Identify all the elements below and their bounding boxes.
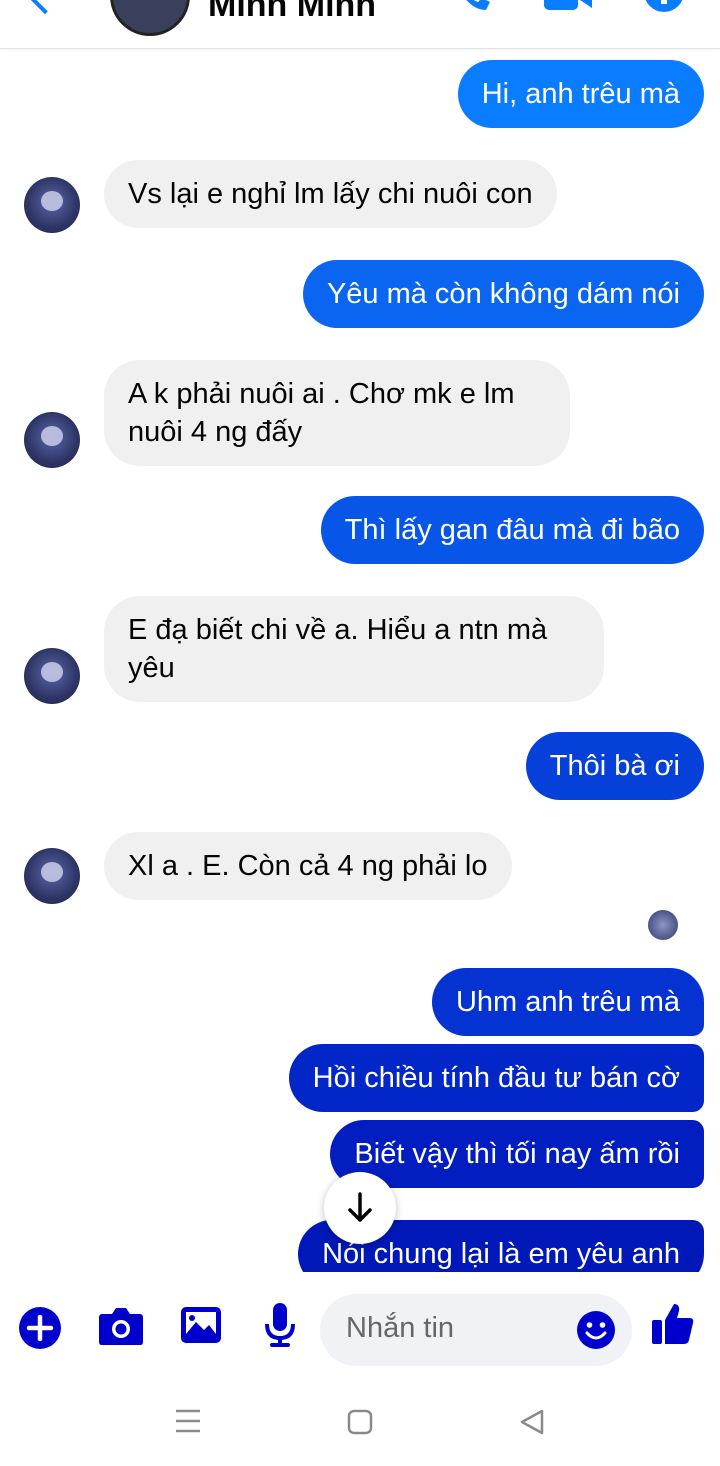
message-sent[interactable]: Uhm anh trêu mà [431,968,704,1036]
contact-avatar[interactable] [24,648,80,704]
seen-avatar-indicator [648,910,678,940]
message-line: yêu [128,652,175,684]
phone-icon[interactable] [458,0,492,12]
system-navigation-bar [0,1382,720,1466]
message-sent[interactable]: Yêu mà còn không dám nói [302,260,704,328]
like-icon[interactable] [650,1302,694,1346]
contact-avatar[interactable] [110,0,190,36]
contact-name[interactable]: Minh Minh [208,0,376,25]
message-line: A k phải nuôi ai . Chơ mk e lm [128,378,515,410]
message-received[interactable]: Xl a . E. Còn cả 4 ng phải lo [104,832,512,900]
message-received[interactable]: A k phải nuôi ai . Chơ mk e lm nuôi 4 ng… [104,360,570,466]
video-camera-icon[interactable] [544,0,592,12]
message-composer: Nhắn tin [0,1272,720,1382]
microphone-icon[interactable] [264,1302,296,1348]
message-sent[interactable]: Hồi chiều tính đầu tư bán cờ [288,1044,704,1112]
info-icon[interactable] [644,0,684,14]
message-line: nuôi 4 ng đấy [128,416,303,448]
emoji-icon[interactable] [576,1310,616,1350]
arrow-down-icon [348,1192,372,1222]
plus-icon[interactable] [18,1306,62,1350]
message-line: E đạ biết chi về a. Hiểu a ntn mà [128,614,548,646]
message-sent[interactable]: Thì lấy gan đâu mà đi bão [320,496,704,564]
recent-apps-icon[interactable] [174,1408,202,1434]
message-input[interactable]: Nhắn tin [320,1294,632,1366]
home-icon[interactable] [347,1409,373,1435]
message-input-placeholder: Nhắn tin [346,1312,455,1344]
camera-icon[interactable] [98,1306,144,1346]
message-received[interactable]: E đạ biết chi về a. Hiểu a ntn mà yêu [104,596,604,702]
contact-avatar[interactable] [24,412,80,468]
scroll-to-bottom-button[interactable] [324,1172,396,1244]
message-sent[interactable]: Thôi bà ơi [525,732,704,800]
chat-header: Minh Minh [0,0,720,49]
back-arrow-icon[interactable] [23,0,67,15]
back-triangle-icon[interactable] [518,1408,546,1436]
contact-avatar[interactable] [24,177,80,233]
contact-avatar[interactable] [24,848,80,904]
gallery-icon[interactable] [180,1306,222,1346]
message-sent[interactable]: Hi, anh trêu mà [457,60,704,128]
message-received[interactable]: Vs lại e nghỉ lm lấy chi nuôi con [104,160,557,228]
